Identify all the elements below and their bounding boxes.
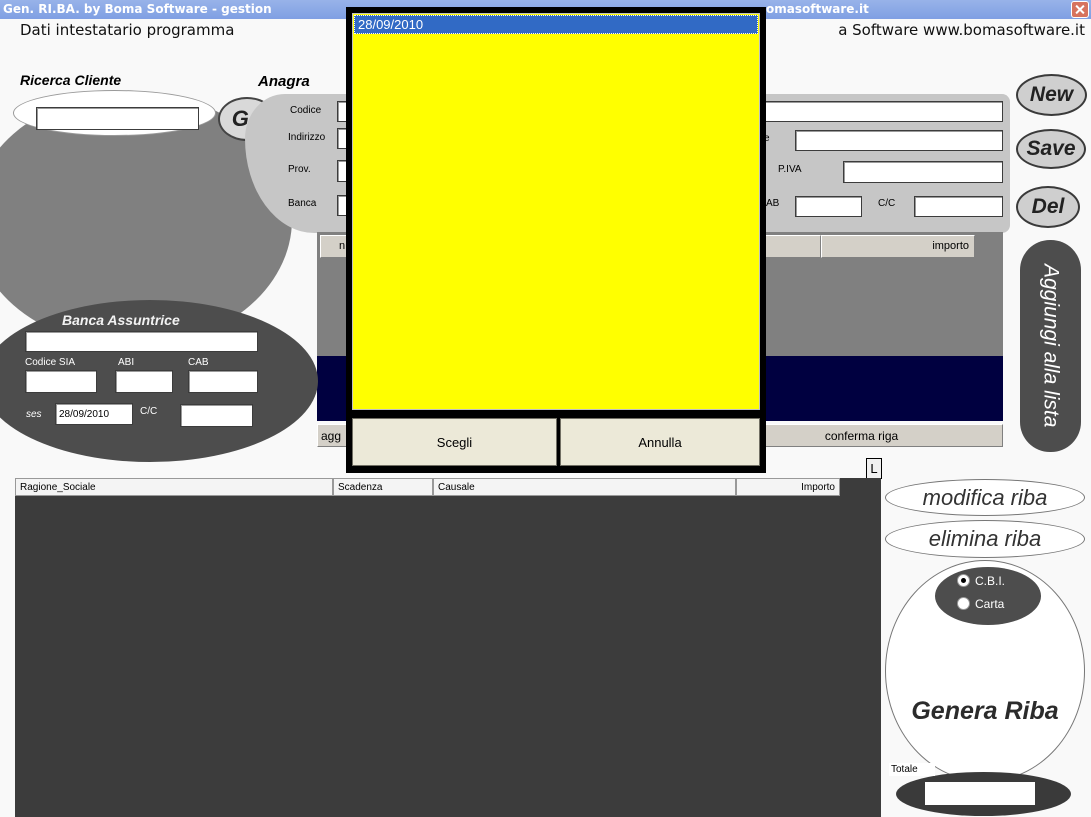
rows-header-blank[interactable] [765, 235, 821, 258]
codice-fiscale-field[interactable] [795, 130, 1003, 151]
total-label: Totale [889, 763, 935, 776]
save-button[interactable]: Save [1016, 129, 1086, 169]
cc-label: C/C [878, 198, 896, 209]
window-title-right: omasoftware.it [766, 2, 869, 16]
column-header-importo[interactable]: Importo [736, 478, 840, 496]
banca-cc-label: C/C [140, 406, 158, 417]
cancel-button[interactable]: Annulla [560, 418, 760, 466]
codice-label: Codice [290, 105, 322, 116]
cab-label: AB [766, 198, 780, 209]
date-field[interactable]: 28/09/2010 [55, 403, 133, 425]
codice-sia-label: Codice SIA [25, 357, 76, 368]
search-input[interactable] [36, 107, 199, 130]
cab-field[interactable] [795, 196, 862, 217]
riba-table[interactable]: Ragione_Sociale Scadenza Causale Importo [15, 478, 881, 817]
ragione-sociale-field[interactable] [740, 101, 1003, 122]
licensee-label: Dati intestatario programma [20, 21, 235, 39]
delete-label: Del [1031, 195, 1065, 218]
banca-assuntrice-name-field[interactable] [25, 331, 258, 352]
date-list[interactable]: 28/09/2010 [352, 13, 760, 410]
cc-field[interactable] [914, 196, 1003, 217]
banca-cc-field[interactable] [180, 404, 253, 427]
radio-carta[interactable] [957, 597, 970, 610]
column-header-scadenza[interactable]: Scadenza [333, 478, 433, 496]
indirizzo-label: Indirizzo [288, 132, 326, 143]
prov-label: Prov. [288, 164, 311, 175]
generate-riba-label[interactable]: Genera Riba [885, 697, 1085, 726]
delete-button[interactable]: Del [1016, 186, 1080, 228]
add-to-list-label: Aggiungi alla lista [1039, 264, 1063, 428]
add-to-list-button[interactable]: Aggiungi alla lista [1020, 240, 1081, 452]
total-field [925, 782, 1035, 805]
window-title: Gen. RI.BA. by Boma Software - gestion [3, 2, 272, 16]
date-chooser-dialog: 28/09/2010 Scegli Annulla [346, 7, 766, 473]
piva-label: P.IVA [778, 164, 802, 175]
vendor-label: a Software www.bomasoftware.it [838, 21, 1085, 39]
abi-label: ABI [118, 357, 135, 368]
date-list-item[interactable]: 28/09/2010 [354, 15, 758, 34]
modify-riba-button[interactable]: modifica riba [885, 479, 1085, 516]
delete-riba-button[interactable]: elimina riba [885, 520, 1085, 558]
banca-cab-label: CAB [188, 357, 209, 368]
search-label: Ricerca Cliente [20, 72, 122, 88]
toggle-button[interactable]: L [866, 458, 882, 479]
piva-field[interactable] [843, 161, 1003, 183]
anagrafica-title: Anagra [258, 73, 310, 90]
column-header-ragione-sociale[interactable]: Ragione_Sociale [15, 478, 333, 496]
rows-header-amount[interactable]: importo [821, 235, 975, 258]
close-icon [1072, 2, 1088, 17]
radio-cbi[interactable] [957, 574, 970, 587]
new-button[interactable]: New [1016, 74, 1087, 116]
column-header-causale[interactable]: Causale [433, 478, 736, 496]
radio-carta-label[interactable]: Carta [975, 597, 1004, 611]
close-button[interactable] [1071, 1, 1089, 18]
codice-sia-field[interactable] [25, 370, 97, 393]
choose-button[interactable]: Scegli [352, 418, 557, 466]
banca-label: Banca [288, 198, 317, 209]
abi-field[interactable] [115, 370, 173, 393]
date-label: ses [26, 409, 42, 420]
banca-assuntrice-title: Banca Assuntrice [62, 312, 180, 328]
banca-cab-field[interactable] [188, 370, 258, 393]
radio-cbi-label[interactable]: C.B.I. [975, 574, 1005, 588]
